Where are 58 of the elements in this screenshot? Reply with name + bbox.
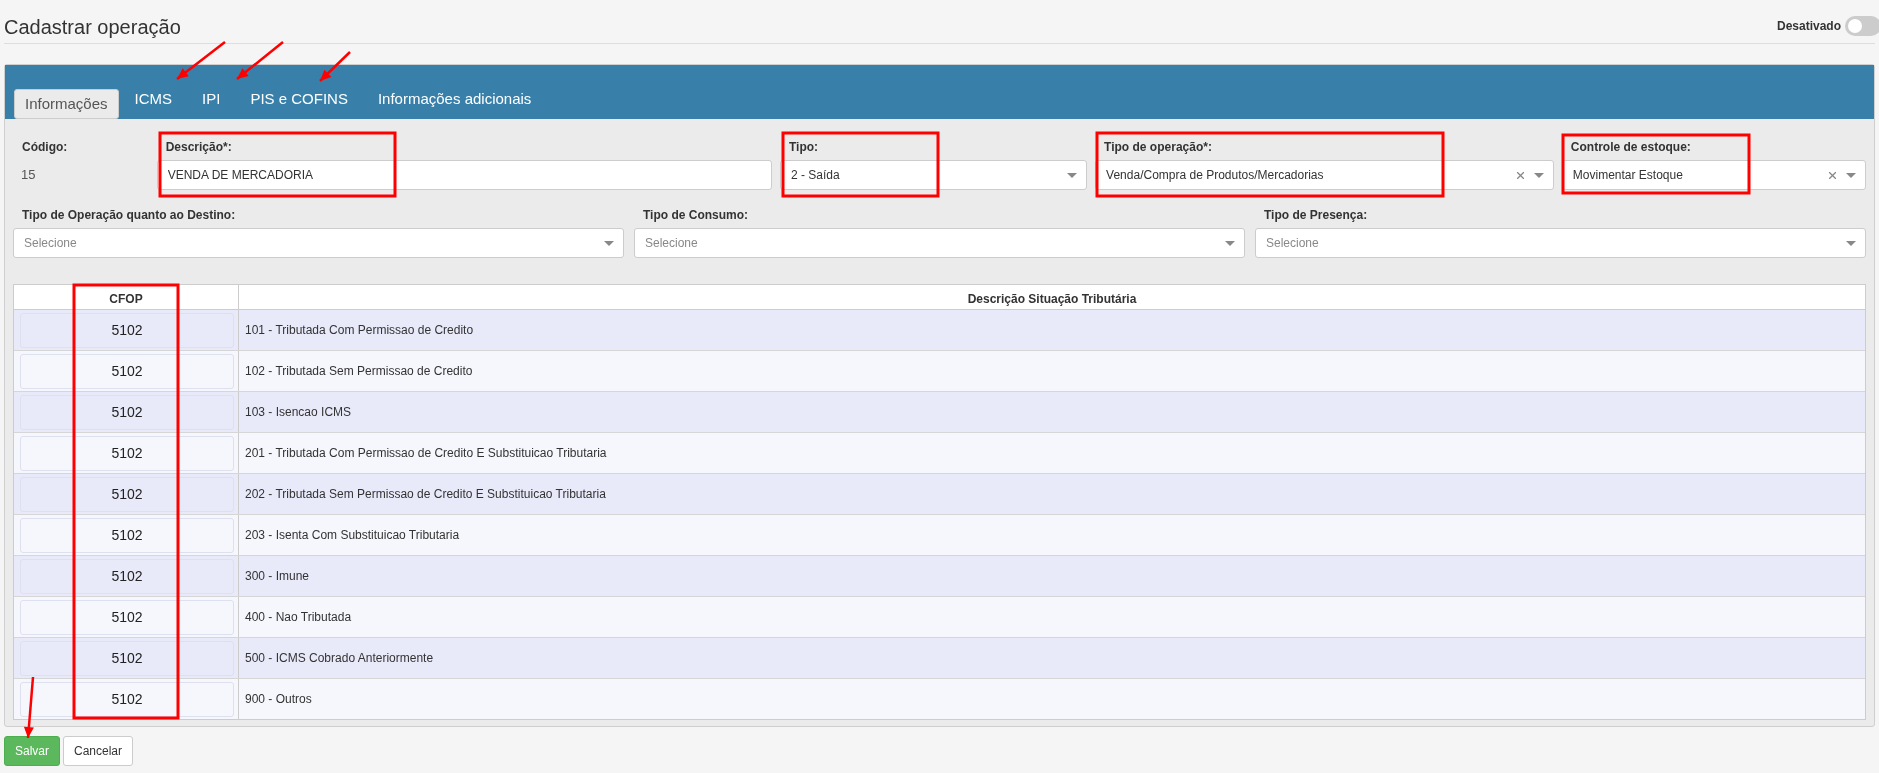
tab[interactable]: PIS e COFINS	[236, 78, 362, 119]
clear-icon[interactable]	[1829, 172, 1836, 179]
cancel-button[interactable]: Cancelar	[63, 736, 134, 766]
table-cell: 500 - ICMS Cobrado Anteriormente	[245, 651, 434, 665]
column-header: Descrição Situação Tributária	[966, 291, 1138, 308]
select-field[interactable]: Selecione	[1255, 228, 1866, 258]
table-cell: 202 - Tributada Sem Permissao de Credito E Substituicao Tributaria	[245, 487, 606, 501]
caret-icon	[1533, 173, 1544, 178]
select-field[interactable]: 2 - Saída	[779, 160, 1088, 190]
table-cell: 101 - Tributada Com Permissao de Credito	[245, 323, 474, 337]
table-cell: 203 - Isenta Com Substituicao Tributaria	[245, 528, 460, 542]
tab[interactable]: IPI	[188, 78, 235, 119]
field-label: Tipo de Consumo:	[642, 207, 749, 224]
cfop-field[interactable]: 5102	[20, 394, 234, 430]
table-cell: 201 - Tributada Com Permissao de Credito E Substituicao Tributaria	[245, 446, 607, 460]
tab[interactable]: ICMS	[120, 78, 187, 119]
code-field: 15	[13, 160, 149, 190]
table-cell: 900 - Outros	[245, 692, 312, 706]
cfop-field[interactable]: 5102	[20, 476, 234, 512]
select-field[interactable]: Venda/Compra de Produtos/Mercadorias	[1095, 160, 1554, 190]
field-label: Descrição*:	[164, 139, 232, 156]
status-label: Desativado	[1776, 19, 1841, 33]
annotation-arrow	[319, 51, 351, 82]
page-title: Cadastrar operação	[4, 15, 181, 39]
tab[interactable]: Informações	[14, 89, 119, 119]
annotation-arrow	[236, 41, 284, 80]
table-cell: 102 - Tributada Sem Permissao de Credito	[245, 364, 473, 378]
table-cell: 103 - Isencao ICMS	[245, 405, 352, 419]
tab[interactable]: Informações adicionais	[363, 78, 546, 119]
cfop-field[interactable]: 5102	[20, 599, 234, 635]
cfop-field[interactable]: 5102	[20, 640, 234, 676]
table-cell: 300 - Imune	[245, 569, 310, 583]
annotation-arrow	[23, 676, 35, 739]
cfop-field[interactable]: 5102	[20, 312, 234, 348]
cfop-field[interactable]: 5102	[20, 517, 234, 553]
table-cell: 400 - Nao Tributada	[245, 610, 352, 624]
caret-icon	[604, 241, 614, 246]
clear-icon[interactable]	[1516, 172, 1524, 179]
cfop-field[interactable]: 5102	[20, 353, 234, 389]
annotation-arrow	[176, 41, 226, 80]
caret-icon	[1846, 173, 1856, 178]
status-switch[interactable]	[1845, 16, 1879, 36]
caret-icon	[1846, 241, 1856, 246]
caret-icon	[1225, 241, 1235, 246]
field-label: Tipo de Operação quanto ao Destino:	[21, 207, 236, 224]
column-header: CFOP	[14, 285, 239, 309]
field-label: Controle de estoque:	[1569, 139, 1691, 156]
cfop-field[interactable]: 5102	[20, 558, 234, 594]
field-label: Tipo de operação*:	[1103, 139, 1212, 156]
field-label: Tipo:	[787, 139, 819, 156]
select-field[interactable]: Selecione	[13, 228, 624, 258]
field-label: Tipo de Presença:	[1263, 207, 1368, 224]
caret-icon	[1067, 173, 1078, 178]
cfop-field[interactable]: 5102	[20, 681, 234, 717]
cfop-field[interactable]: 5102	[20, 435, 234, 471]
description-field[interactable]: VENDA DE MERCADORIA	[156, 160, 772, 190]
select-field[interactable]: Selecione	[634, 228, 1245, 258]
field-label: Código:	[21, 139, 68, 156]
